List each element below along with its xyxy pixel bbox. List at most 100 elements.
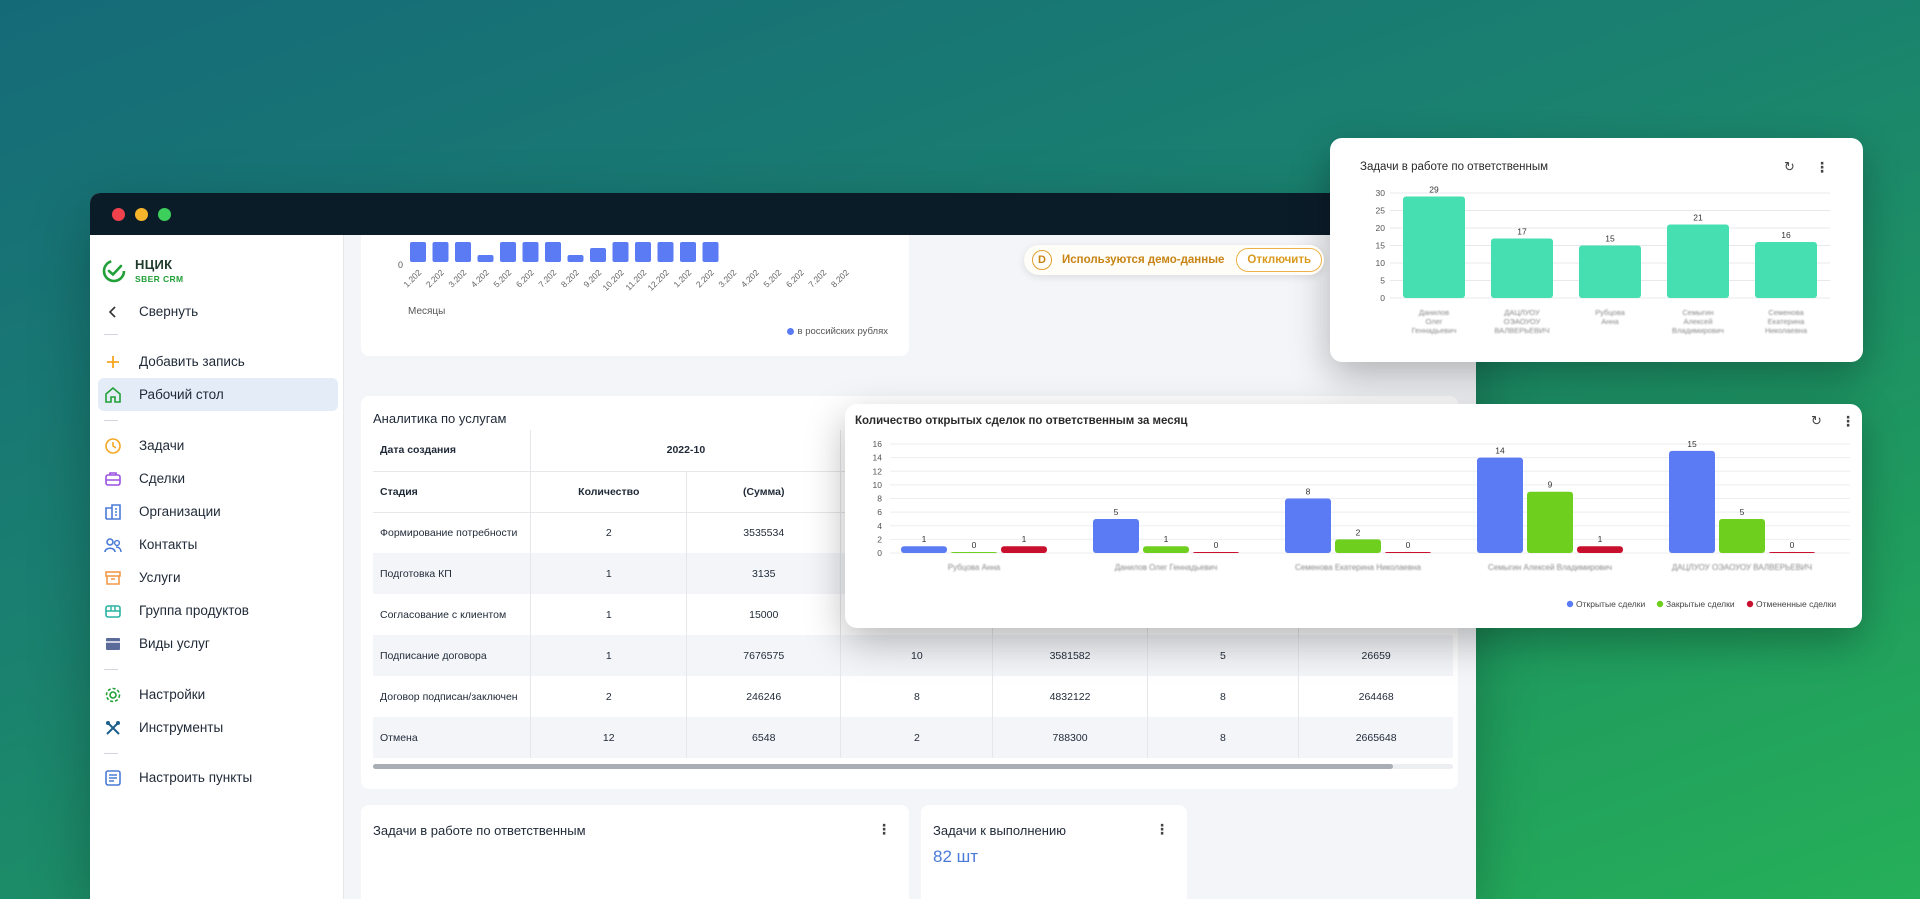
- stage-cell: Подписание договора: [373, 635, 532, 676]
- x-tick-label: ОЭАОУОУ: [1504, 317, 1541, 326]
- y-tick-label: 10: [1376, 258, 1386, 268]
- sidebar-item-tools[interactable]: Инструменты: [98, 711, 338, 744]
- sidebar-item-label: Услуги: [139, 570, 181, 585]
- table-scrollbar-track: [373, 764, 1453, 769]
- bar: [1667, 224, 1729, 298]
- monthly-bar: [477, 255, 494, 262]
- table-scrollbar-thumb[interactable]: [373, 764, 1393, 769]
- data-label: 1: [1164, 534, 1169, 544]
- sidebar-item-deals[interactable]: Сделки: [98, 462, 338, 495]
- deals-chart-popup: Количество открытых сделок по ответствен…: [845, 404, 1862, 628]
- stage-cell: Формирование потребности: [373, 512, 532, 553]
- more-vertical-icon[interactable]: ⋮: [1155, 821, 1169, 838]
- collapse-label: Свернуть: [139, 304, 199, 319]
- sidebar-item-organizations[interactable]: Организации: [98, 495, 338, 528]
- legend-label: Отмененные сделки: [1756, 599, 1836, 609]
- brand-title: НЦИК: [135, 257, 173, 272]
- sidebar-item-dashboard[interactable]: Рабочий стол: [98, 378, 338, 411]
- value-cell: 1: [530, 635, 688, 676]
- x-tick-label: 8.202: [829, 267, 851, 289]
- legend-dot: [1566, 600, 1574, 608]
- brand-logo[interactable]: НЦИК SBER CRM: [102, 258, 184, 284]
- x-tick-label: 5.202: [491, 267, 513, 289]
- sidebar-item-customize[interactable]: Настроить пункты: [98, 761, 338, 794]
- x-tick-label: 3.202: [716, 267, 738, 289]
- stage-cell: Договор подписан/заключен: [373, 676, 532, 717]
- value-cell: 26659: [1298, 635, 1453, 676]
- sidebar-item-contacts[interactable]: Контакты: [98, 528, 338, 561]
- value-cell: 15000: [686, 594, 842, 635]
- x-tick-label: Олег: [1425, 317, 1442, 326]
- y-tick-label: 0: [398, 260, 403, 270]
- x-tick-label: 7.202: [806, 267, 828, 289]
- y-tick-label: 0: [1380, 293, 1385, 303]
- title-bar: [90, 193, 1476, 235]
- value-cell: 3535534: [686, 512, 842, 553]
- sidebar-item-add-record[interactable]: Добавить запись: [98, 345, 338, 378]
- data-label: 8: [1306, 487, 1311, 497]
- bar: [1719, 518, 1765, 553]
- sidebar-item-services[interactable]: Услуги: [98, 561, 338, 594]
- data-label: 15: [1687, 439, 1697, 449]
- data-label: 1: [1022, 534, 1027, 544]
- x-tick-label: Данилов Олег Геннадьевич: [1115, 563, 1218, 572]
- x-tick-label: 2.202: [424, 267, 446, 289]
- data-label: 0: [1406, 540, 1411, 550]
- monthly-bar: [432, 242, 449, 262]
- monthly-bar: [522, 242, 539, 262]
- sidebar-item-label: Добавить запись: [139, 354, 245, 369]
- bar: [1755, 242, 1817, 298]
- value-cell: 264468: [1358, 690, 1394, 703]
- bar: [1385, 552, 1431, 553]
- table-row: Договор подписан/заключен 2 246246 8 483…: [373, 676, 1453, 717]
- sidebar-item-settings[interactable]: Настройки: [98, 678, 338, 711]
- data-label: 9: [1548, 480, 1553, 490]
- todo-tasks-card: Задачи к выполнению ⋮ 82 шт: [921, 805, 1187, 899]
- maximize-window-button[interactable]: [158, 208, 171, 221]
- divider: [104, 420, 118, 421]
- header-count: Количество: [530, 471, 688, 513]
- monthly-bar: [635, 242, 651, 262]
- header-date-label: Дата создания: [373, 430, 532, 472]
- divider: [104, 753, 118, 754]
- minimize-window-button[interactable]: [135, 208, 148, 221]
- value-cell: 8: [1147, 676, 1300, 717]
- value-cell: 246246: [686, 676, 842, 717]
- bar: [1093, 518, 1139, 553]
- demo-data-banner: D Используются демо-данные Отключить: [1024, 245, 1324, 275]
- x-tick-label: 1.202: [401, 267, 423, 289]
- y-tick-label: 20: [1376, 223, 1386, 233]
- y-tick-label: 15: [1376, 241, 1386, 251]
- value-cell: 8: [840, 676, 994, 717]
- contacts-icon: [104, 536, 122, 554]
- data-label: 29: [1429, 185, 1439, 195]
- x-tick-label: 1.202: [671, 267, 693, 289]
- demo-banner-text: Используются демо-данные: [1062, 254, 1225, 266]
- y-tick-label: 10: [873, 480, 883, 490]
- sidebar-item-label: Инструменты: [139, 720, 224, 735]
- sidebar-item-service-types[interactable]: Виды услуг: [98, 627, 338, 660]
- x-tick-label: 2.202: [694, 267, 716, 289]
- data-label: 0: [972, 540, 977, 550]
- disable-demo-button[interactable]: Отключить: [1236, 248, 1323, 272]
- x-tick-label: Алексей: [1683, 317, 1712, 326]
- bar: [901, 546, 947, 553]
- sidebar-item-product-group[interactable]: Группа продуктов: [98, 594, 338, 627]
- x-tick-label: Екатерина: [1768, 317, 1805, 326]
- more-vertical-icon[interactable]: ⋮: [877, 821, 891, 838]
- x-tick-label: 4.202: [739, 267, 761, 289]
- sidebar-item-label: Группа продуктов: [139, 603, 249, 618]
- x-tick-label: 5.202: [761, 267, 783, 289]
- sidebar-item-tasks[interactable]: Задачи: [98, 429, 338, 462]
- monthly-bar: [612, 242, 629, 262]
- divider: [104, 334, 118, 335]
- x-tick-label: Анна: [1601, 317, 1619, 326]
- bar: [1527, 491, 1573, 553]
- monthly-bar: [500, 242, 516, 262]
- x-tick-label: Данилов: [1419, 308, 1449, 317]
- sidebar-item-label: Организации: [139, 504, 221, 519]
- collapse-sidebar-button[interactable]: Свернуть: [98, 295, 338, 328]
- close-window-button[interactable]: [112, 208, 125, 221]
- value-cell: 2665648: [1298, 717, 1453, 758]
- tasks-by-owner-card: Задачи в работе по ответственным ⋮: [361, 805, 909, 899]
